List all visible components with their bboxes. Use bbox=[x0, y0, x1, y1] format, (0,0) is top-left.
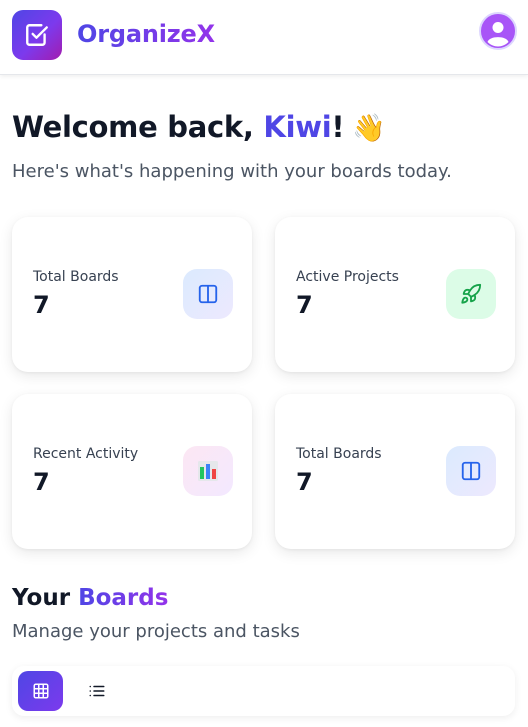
stat-label: Total Boards bbox=[33, 269, 119, 285]
stat-card-total-boards[interactable]: Total Boards 7 bbox=[12, 217, 252, 372]
stat-value: 7 bbox=[33, 291, 50, 319]
user-avatar-icon bbox=[481, 14, 515, 48]
user-name: Kiwi bbox=[263, 110, 332, 144]
rocket-icon bbox=[461, 283, 482, 304]
board-icon bbox=[198, 284, 218, 304]
stat-icon-badge bbox=[446, 446, 496, 496]
app-logo[interactable] bbox=[12, 10, 62, 60]
boards-title-accent: Boards bbox=[78, 585, 169, 611]
waving-hand-emoji: 👋 bbox=[352, 113, 386, 144]
board-icon bbox=[461, 461, 481, 481]
grid-view-button[interactable] bbox=[18, 671, 63, 711]
stat-card-active-projects[interactable]: Active Projects 7 bbox=[275, 217, 515, 372]
boards-section-title: Your Boards bbox=[12, 585, 168, 611]
welcome-prefix: Welcome back, bbox=[12, 110, 264, 144]
checkbox-icon bbox=[26, 24, 48, 46]
stat-card-recent-activity[interactable]: Recent Activity 7 bbox=[12, 394, 252, 549]
grid-view-icon bbox=[33, 683, 48, 699]
stat-icon-badge bbox=[183, 446, 233, 496]
stat-icon-badge bbox=[446, 269, 496, 319]
welcome-subtitle: Here's what's happening with your boards… bbox=[12, 161, 452, 182]
stat-card-total-boards-2[interactable]: Total Boards 7 bbox=[275, 394, 515, 549]
list-view-icon bbox=[89, 685, 104, 697]
welcome-heading: Welcome back, Kiwi! 👋 bbox=[12, 110, 386, 144]
top-navigation-bar: OrganizeX bbox=[0, 0, 528, 75]
bar-chart-icon bbox=[198, 461, 218, 481]
stat-label: Recent Activity bbox=[33, 446, 139, 462]
stat-value: 7 bbox=[296, 468, 313, 496]
stat-label: Active Projects bbox=[296, 269, 399, 285]
stat-icon-badge bbox=[183, 269, 233, 319]
view-mode-toolbar bbox=[12, 666, 515, 716]
list-view-button[interactable] bbox=[74, 671, 119, 711]
boards-section-subtitle: Manage your projects and tasks bbox=[12, 621, 300, 642]
user-avatar-button[interactable] bbox=[479, 12, 517, 50]
brand-name[interactable]: OrganizeX bbox=[77, 20, 215, 48]
stat-value: 7 bbox=[33, 468, 50, 496]
welcome-suffix: ! bbox=[331, 110, 345, 144]
stat-value: 7 bbox=[296, 291, 313, 319]
stat-label: Total Boards bbox=[296, 446, 382, 462]
boards-title-prefix: Your bbox=[12, 585, 79, 611]
